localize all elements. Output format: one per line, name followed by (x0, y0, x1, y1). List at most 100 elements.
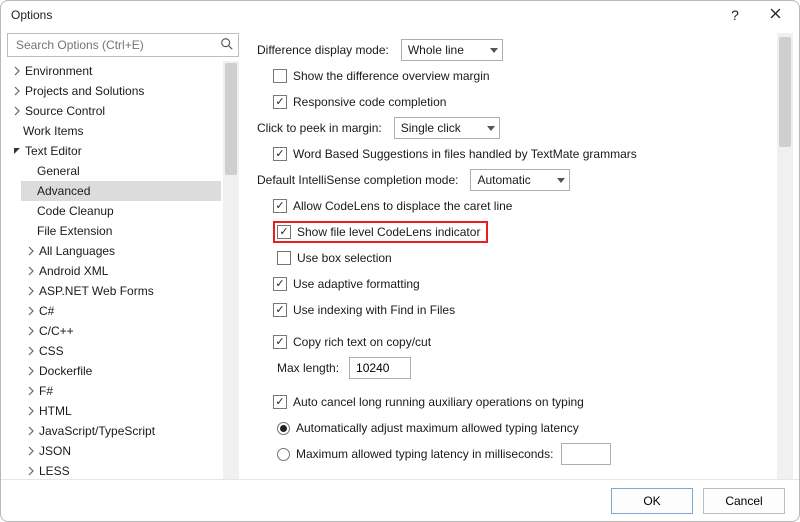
tree-item-csharp[interactable]: C# (21, 301, 221, 321)
chevron-right-icon (25, 305, 37, 317)
tree-item-less[interactable]: LESS (21, 461, 221, 479)
tree-label: File Extension (37, 224, 112, 238)
show-file-cl-checkbox[interactable] (277, 225, 291, 239)
use-box-sel-label: Use box selection (297, 251, 392, 265)
tree-label: All Languages (39, 244, 115, 258)
diff-mode-select[interactable]: Whole line (401, 39, 503, 61)
max-latency-radio[interactable] (277, 448, 290, 461)
max-length-label: Max length: (277, 361, 339, 375)
cancel-button[interactable]: Cancel (703, 488, 785, 514)
tree-item-cpp[interactable]: C/C++ (21, 321, 221, 341)
tree-label: ASP.NET Web Forms (39, 284, 154, 298)
use-indexing-label: Use indexing with Find in Files (293, 303, 455, 317)
chevron-right-icon (25, 405, 37, 417)
tree-item-advanced[interactable]: Advanced (21, 181, 221, 201)
auto-adjust-radio[interactable] (277, 422, 290, 435)
tree-item-source-control[interactable]: Source Control (7, 101, 221, 121)
options-tree[interactable]: Environment Projects and Solutions Sourc… (7, 61, 221, 479)
chevron-right-icon (25, 365, 37, 377)
use-box-sel-checkbox[interactable] (277, 251, 291, 265)
tree-scrollbar[interactable] (223, 61, 239, 479)
use-adaptive-checkbox[interactable] (273, 277, 287, 291)
use-indexing-checkbox[interactable] (273, 303, 287, 317)
tree-label: Environment (25, 64, 92, 78)
auto-cancel-checkbox[interactable] (273, 395, 287, 409)
tree-label: Android XML (39, 264, 108, 278)
search-input[interactable] (14, 37, 220, 53)
tree-item-environment[interactable]: Environment (7, 61, 221, 81)
click-peek-select[interactable]: Single click (394, 117, 500, 139)
word-based-checkbox[interactable] (273, 147, 287, 161)
tree-item-fsharp[interactable]: F# (21, 381, 221, 401)
tree-label: General (37, 164, 80, 178)
copy-rich-checkbox[interactable] (273, 335, 287, 349)
word-based-label: Word Based Suggestions in files handled … (293, 147, 637, 161)
chevron-down-icon (557, 178, 565, 183)
tree-label: JSON (39, 444, 71, 458)
max-length-input[interactable] (349, 357, 411, 379)
chevron-right-icon (25, 245, 37, 257)
intellisense-label: Default IntelliSense completion mode: (257, 173, 458, 187)
select-value: Whole line (408, 43, 464, 57)
tree-label: Projects and Solutions (25, 84, 144, 98)
chevron-right-icon (25, 265, 37, 277)
search-icon (220, 37, 234, 54)
chevron-right-icon (25, 465, 37, 477)
chevron-right-icon (25, 445, 37, 457)
show-diff-overview-checkbox[interactable] (273, 69, 287, 83)
chevron-down-icon (11, 145, 23, 157)
use-adaptive-label: Use adaptive formatting (293, 277, 420, 291)
tree-item-text-editor[interactable]: Text Editor (7, 141, 221, 161)
tree-item-projects[interactable]: Projects and Solutions (7, 81, 221, 101)
max-latency-label: Maximum allowed typing latency in millis… (296, 447, 553, 461)
close-button[interactable] (755, 1, 795, 29)
chevron-right-icon (25, 325, 37, 337)
panel-scrollbar[interactable] (777, 33, 793, 479)
intellisense-select[interactable]: Automatic (470, 169, 569, 191)
chevron-right-icon (25, 385, 37, 397)
tree-label: Advanced (37, 184, 90, 198)
tree-item-html[interactable]: HTML (21, 401, 221, 421)
chevron-right-icon (25, 345, 37, 357)
title-bar: Options ? (1, 1, 799, 29)
tree-label: JavaScript/TypeScript (39, 424, 155, 438)
click-peek-label: Click to peek in margin: (257, 121, 382, 135)
copy-rich-label: Copy rich text on copy/cut (293, 335, 431, 349)
chevron-right-icon (11, 105, 23, 117)
allow-codelens-label: Allow CodeLens to displace the caret lin… (293, 199, 512, 213)
dialog-footer: OK Cancel (1, 479, 799, 521)
chevron-down-icon (487, 126, 495, 131)
max-latency-input[interactable] (561, 443, 611, 465)
tree-item-code-cleanup[interactable]: Code Cleanup (21, 201, 221, 221)
tree-item-file-extension[interactable]: File Extension (21, 221, 221, 241)
responsive-cc-label: Responsive code completion (293, 95, 446, 109)
tree-item-aspnet[interactable]: ASP.NET Web Forms (21, 281, 221, 301)
tree-item-dockerfile[interactable]: Dockerfile (21, 361, 221, 381)
allow-codelens-checkbox[interactable] (273, 199, 287, 213)
search-box[interactable] (7, 33, 239, 57)
tree-item-css[interactable]: CSS (21, 341, 221, 361)
settings-panel: Difference display mode: Whole line Show… (245, 33, 777, 479)
tree-item-jsts[interactable]: JavaScript/TypeScript (21, 421, 221, 441)
tree-item-general[interactable]: General (21, 161, 221, 181)
select-value: Single click (401, 121, 461, 135)
chevron-down-icon (490, 48, 498, 53)
chevron-right-icon (25, 425, 37, 437)
highlight-box: Show file level CodeLens indicator (273, 221, 488, 243)
responsive-cc-checkbox[interactable] (273, 95, 287, 109)
tree-label: Source Control (25, 104, 105, 118)
tree-label: Code Cleanup (37, 204, 114, 218)
tree-item-json[interactable]: JSON (21, 441, 221, 461)
tree-label: LESS (39, 464, 70, 478)
tree-label: HTML (39, 404, 72, 418)
ok-button[interactable]: OK (611, 488, 693, 514)
chevron-right-icon (11, 65, 23, 77)
help-button[interactable]: ? (715, 1, 755, 29)
tree-item-work-items[interactable]: Work Items (7, 121, 221, 141)
tree-item-android-xml[interactable]: Android XML (21, 261, 221, 281)
show-diff-overview-label: Show the difference overview margin (293, 69, 490, 83)
tree-label: F# (39, 384, 53, 398)
tree-label: CSS (39, 344, 64, 358)
chevron-right-icon (11, 85, 23, 97)
tree-item-all-languages[interactable]: All Languages (21, 241, 221, 261)
